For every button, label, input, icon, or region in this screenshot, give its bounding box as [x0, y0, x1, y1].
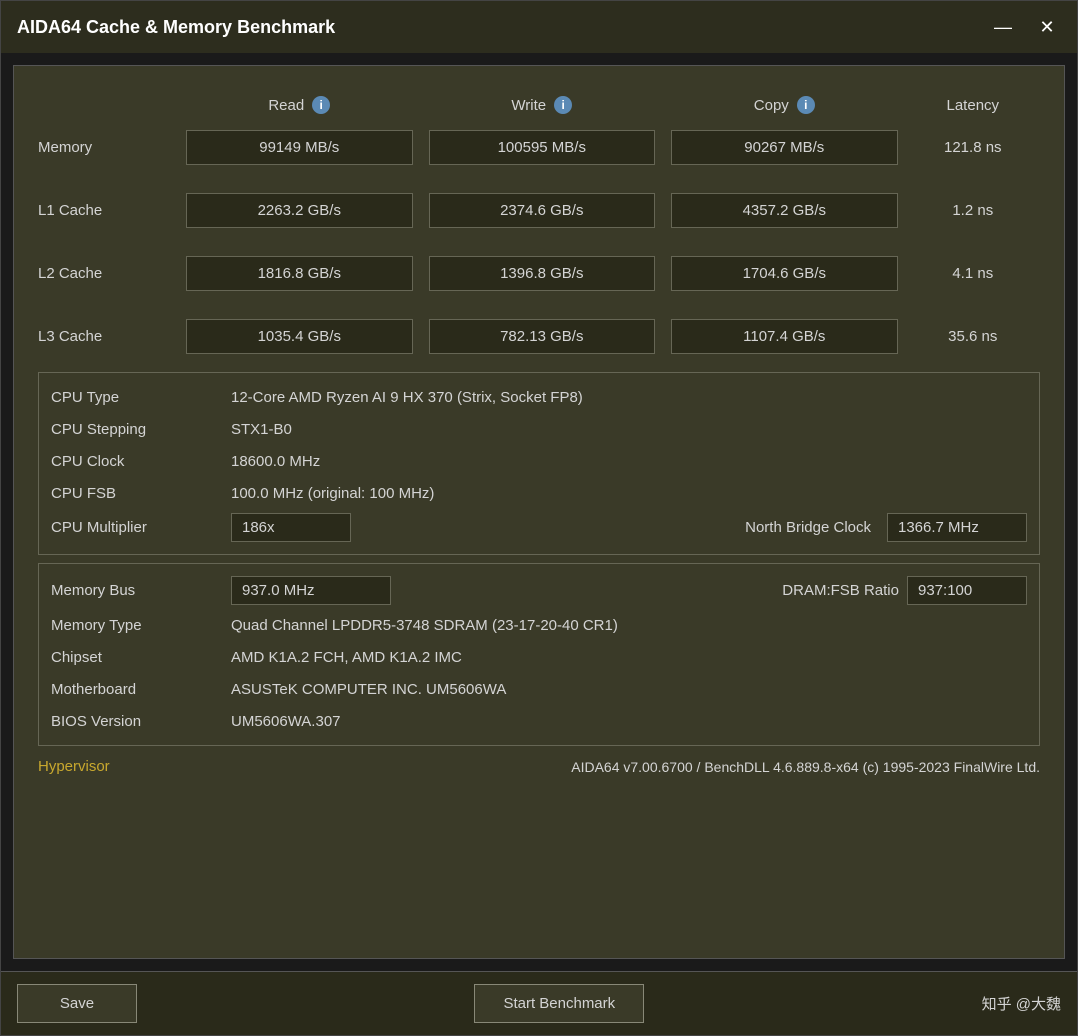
cpu-type-value: 12-Core AMD Ryzen AI 9 HX 370 (Strix, So… [231, 389, 1027, 406]
north-bridge-clock-label: North Bridge Clock [745, 519, 871, 536]
hypervisor-label: Hypervisor [38, 758, 218, 775]
cpu-type-row: CPU Type 12-Core AMD Ryzen AI 9 HX 370 (… [51, 381, 1027, 413]
window-title: AIDA64 Cache & Memory Benchmark [17, 17, 989, 38]
bench-latency-3: 35.6 ns [906, 309, 1040, 364]
bench-read-1: 2263.2 GB/s [178, 183, 421, 238]
bench-copy-2: 1704.6 GB/s [663, 246, 906, 301]
memory-bus-value: 937.0 MHz [231, 576, 391, 605]
col-header-write: Write i [421, 90, 664, 120]
bench-copy-3: 1107.4 GB/s [663, 309, 906, 364]
motherboard-label: Motherboard [51, 681, 231, 698]
cpu-type-label: CPU Type [51, 389, 231, 406]
copy-info-icon[interactable]: i [797, 96, 815, 114]
cpu-info-section: CPU Type 12-Core AMD Ryzen AI 9 HX 370 (… [38, 372, 1040, 555]
bench-copy-0: 90267 MB/s [663, 120, 906, 175]
cpu-clock-value: 18600.0 MHz [231, 453, 1027, 470]
watermark: 知乎 @大魏 [982, 993, 1061, 1014]
bench-row-3: L3 Cache1035.4 GB/s782.13 GB/s1107.4 GB/… [38, 309, 1040, 364]
cpu-fsb-row: CPU FSB 100.0 MHz (original: 100 MHz) [51, 477, 1027, 509]
memory-info-section: Memory Bus 937.0 MHz DRAM:FSB Ratio 937:… [38, 563, 1040, 746]
north-bridge-clock-value: 1366.7 MHz [887, 513, 1027, 542]
bench-row-1: L1 Cache2263.2 GB/s2374.6 GB/s4357.2 GB/… [38, 183, 1040, 238]
bench-copy-1: 4357.2 GB/s [663, 183, 906, 238]
cpu-multiplier-label: CPU Multiplier [51, 519, 231, 536]
bench-row-0: Memory99149 MB/s100595 MB/s90267 MB/s121… [38, 120, 1040, 175]
bottom-bar: Save Start Benchmark 知乎 @大魏 [1, 971, 1077, 1035]
chipset-value: AMD K1A.2 FCH, AMD K1A.2 IMC [231, 649, 1027, 666]
benchmark-table: Read i Write i Copy i [38, 90, 1040, 364]
hypervisor-row: Hypervisor AIDA64 v7.00.6700 / BenchDLL … [38, 750, 1040, 783]
memory-type-value: Quad Channel LPDDR5-3748 SDRAM (23-17-20… [231, 617, 1027, 634]
main-content: Read i Write i Copy i [13, 65, 1065, 959]
motherboard-value: ASUSTeK COMPUTER INC. UM5606WA [231, 681, 1027, 698]
cpu-stepping-row: CPU Stepping STX1-B0 [51, 413, 1027, 445]
bench-write-2: 1396.8 GB/s [421, 246, 664, 301]
bench-write-1: 2374.6 GB/s [421, 183, 664, 238]
dram-fsb-value: 937:100 [907, 576, 1027, 605]
col-header-latency: Latency [906, 90, 1040, 120]
bios-label: BIOS Version [51, 713, 231, 730]
bench-write-0: 100595 MB/s [421, 120, 664, 175]
bench-latency-0: 121.8 ns [906, 120, 1040, 175]
col-header-copy: Copy i [663, 90, 906, 120]
motherboard-row: Motherboard ASUSTeK COMPUTER INC. UM5606… [51, 673, 1027, 705]
bench-row-label-3: L3 Cache [38, 309, 178, 364]
title-bar: AIDA64 Cache & Memory Benchmark — ✕ [1, 1, 1077, 53]
bios-row: BIOS Version UM5606WA.307 [51, 705, 1027, 737]
write-info-icon[interactable]: i [554, 96, 572, 114]
dram-fsb-label: DRAM:FSB Ratio [782, 582, 899, 599]
bench-row-label-0: Memory [38, 120, 178, 175]
cpu-fsb-label: CPU FSB [51, 485, 231, 502]
save-button[interactable]: Save [17, 984, 137, 1023]
close-button[interactable]: ✕ [1033, 13, 1061, 41]
cpu-stepping-label: CPU Stepping [51, 421, 231, 438]
cpu-fsb-value: 100.0 MHz (original: 100 MHz) [231, 485, 1027, 502]
bench-write-3: 782.13 GB/s [421, 309, 664, 364]
start-benchmark-button[interactable]: Start Benchmark [474, 984, 644, 1023]
bench-row-2: L2 Cache1816.8 GB/s1396.8 GB/s1704.6 GB/… [38, 246, 1040, 301]
cpu-multiplier-row: CPU Multiplier 186x North Bridge Clock 1… [51, 509, 1027, 546]
bench-latency-2: 4.1 ns [906, 246, 1040, 301]
cpu-multiplier-value: 186x [231, 513, 351, 542]
memory-type-row: Memory Type Quad Channel LPDDR5-3748 SDR… [51, 609, 1027, 641]
bench-read-3: 1035.4 GB/s [178, 309, 421, 364]
memory-bus-row: Memory Bus 937.0 MHz DRAM:FSB Ratio 937:… [51, 572, 1027, 609]
memory-type-label: Memory Type [51, 617, 231, 634]
col-header-read: Read i [178, 90, 421, 120]
bench-latency-1: 1.2 ns [906, 183, 1040, 238]
read-info-icon[interactable]: i [312, 96, 330, 114]
cpu-stepping-value: STX1-B0 [231, 421, 1027, 438]
chipset-label: Chipset [51, 649, 231, 666]
hypervisor-value: AIDA64 v7.00.6700 / BenchDLL 4.6.889.8-x… [218, 759, 1040, 775]
cpu-clock-label: CPU Clock [51, 453, 231, 470]
bench-row-label-2: L2 Cache [38, 246, 178, 301]
bench-read-0: 99149 MB/s [178, 120, 421, 175]
main-window: AIDA64 Cache & Memory Benchmark — ✕ Read… [0, 0, 1078, 1036]
bench-row-label-1: L1 Cache [38, 183, 178, 238]
minimize-button[interactable]: — [989, 13, 1017, 41]
window-controls: — ✕ [989, 13, 1061, 41]
bench-read-2: 1816.8 GB/s [178, 246, 421, 301]
cpu-clock-row: CPU Clock 18600.0 MHz [51, 445, 1027, 477]
chipset-row: Chipset AMD K1A.2 FCH, AMD K1A.2 IMC [51, 641, 1027, 673]
memory-bus-label: Memory Bus [51, 582, 231, 599]
bios-value: UM5606WA.307 [231, 713, 1027, 730]
